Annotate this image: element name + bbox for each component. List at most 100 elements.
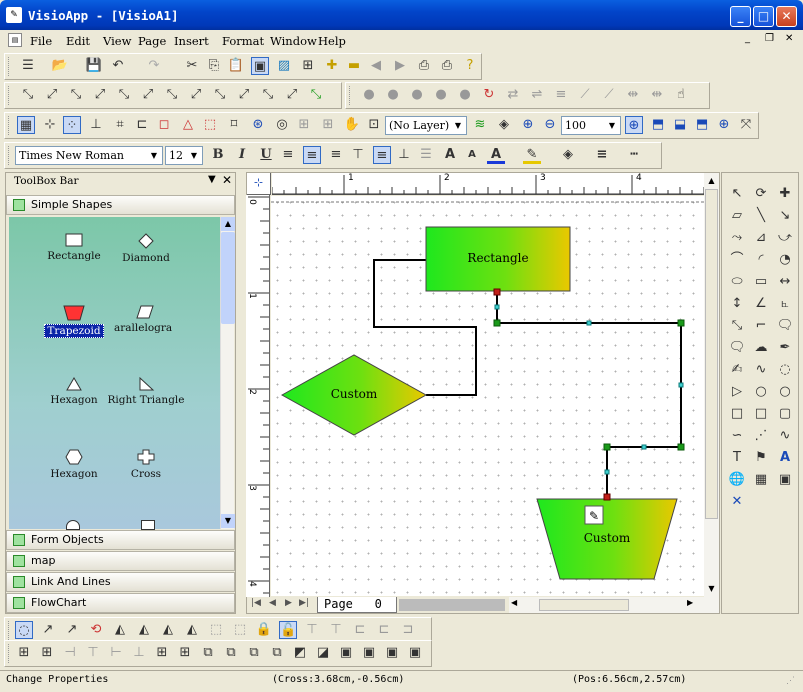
align-icon[interactable]: ⊣ bbox=[61, 644, 79, 662]
dimension-v-icon[interactable]: ↕ bbox=[728, 295, 746, 313]
bullets-icon[interactable]: ☰ bbox=[417, 146, 435, 164]
align-icon[interactable]: ⊞ bbox=[38, 644, 56, 662]
square-icon[interactable]: □ bbox=[752, 405, 770, 423]
print-icon[interactable]: ⎙ bbox=[415, 57, 433, 75]
add-icon[interactable]: ✚ bbox=[323, 57, 341, 75]
connector-icon[interactable]: ⤡ bbox=[211, 86, 229, 104]
valign-top-icon[interactable]: ⊤ bbox=[349, 146, 367, 164]
section-simple-shapes[interactable]: Simple Shapes bbox=[6, 195, 235, 215]
shape-hexagon-2[interactable]: Hexagon bbox=[34, 449, 114, 480]
pan-hand-icon[interactable]: ✋ bbox=[343, 116, 361, 134]
layer-icon[interactable]: ▣ bbox=[360, 644, 378, 662]
zoom-in-icon[interactable]: ⊕ bbox=[519, 116, 537, 134]
group-icon[interactable]: ⧉ bbox=[222, 644, 240, 662]
mdi-close-icon[interactable]: ✕ bbox=[785, 33, 793, 44]
balloon-icon[interactable]: 🗨 bbox=[728, 339, 746, 357]
layer-icon[interactable]: ▣ bbox=[383, 644, 401, 662]
menu-edit[interactable]: Edit bbox=[66, 34, 90, 48]
connection-handle[interactable] bbox=[677, 319, 685, 327]
fill-color-icon[interactable]: ◈ bbox=[559, 146, 577, 164]
menu-view[interactable]: View bbox=[103, 34, 131, 48]
connection-handle[interactable] bbox=[677, 443, 685, 451]
mdi-restore-icon[interactable]: ❐ bbox=[765, 33, 774, 44]
unlock-icon[interactable]: 🔓 bbox=[279, 621, 297, 639]
midpoint-handle[interactable] bbox=[586, 320, 592, 326]
ruler-icon[interactable]: ⊞ bbox=[299, 57, 317, 75]
shape-cross[interactable]: Cross bbox=[106, 449, 186, 480]
canvas-hscrollbar[interactable]: ◀ ▶ bbox=[509, 597, 719, 613]
line-style-icon[interactable]: ┅ bbox=[625, 146, 643, 164]
transparent-shape-icon[interactable]: ▱ bbox=[728, 207, 746, 225]
right-arrow-icon[interactable]: ▶ bbox=[391, 57, 409, 75]
connector-icon[interactable]: ⤡ bbox=[67, 86, 85, 104]
layers-icon[interactable]: ⊡ bbox=[365, 116, 383, 134]
save-icon[interactable]: 💾 bbox=[85, 57, 103, 75]
section-link-and-lines[interactable]: Link And Lines bbox=[6, 572, 235, 592]
disabled-icon[interactable]: ⬚ bbox=[207, 621, 225, 639]
midpoint-handle[interactable] bbox=[641, 444, 647, 450]
rotate-icon[interactable]: ↻ bbox=[480, 86, 498, 104]
document-icon[interactable]: ▤ bbox=[8, 33, 22, 47]
disabled-icon[interactable]: ⊤ bbox=[327, 621, 345, 639]
ellipse-icon[interactable]: ⬭ bbox=[728, 273, 746, 291]
group-icon[interactable]: ⧉ bbox=[245, 644, 263, 662]
curve-icon[interactable]: ⤻ bbox=[776, 229, 794, 247]
paste-icon[interactable]: 📋 bbox=[227, 57, 245, 75]
help-icon[interactable]: ? bbox=[461, 57, 479, 75]
connector-icon[interactable]: ⤡ bbox=[19, 86, 37, 104]
shape-parallelogram[interactable]: arallelogra bbox=[106, 305, 186, 334]
pen-icon[interactable]: ✒ bbox=[776, 339, 794, 357]
crop-icon[interactable]: ⊿ bbox=[752, 229, 770, 247]
rotate-tool-icon[interactable]: ⟳ bbox=[752, 185, 770, 203]
shape-icon[interactable]: ▷ bbox=[728, 383, 746, 401]
distribute-icon[interactable]: ≡ bbox=[552, 86, 570, 104]
zoom-fit-icon[interactable]: ⊕ bbox=[625, 116, 643, 134]
ruler-origin-icon[interactable]: ⊹ bbox=[247, 173, 271, 195]
scroll-left-icon[interactable]: ◀ bbox=[511, 598, 517, 607]
undo-icon[interactable]: ↶ bbox=[109, 57, 127, 75]
lock-icon[interactable]: 🔒 bbox=[255, 621, 273, 639]
copy-icon[interactable]: ⎘ bbox=[205, 57, 223, 75]
link-icon[interactable]: ⤡ bbox=[728, 317, 746, 335]
scroll-down-icon[interactable]: ▼ bbox=[221, 514, 235, 528]
zoom-width-icon[interactable]: ⬓ bbox=[671, 116, 689, 134]
image-icon[interactable]: ▨ bbox=[275, 57, 293, 75]
arc-icon[interactable]: ◜ bbox=[752, 251, 770, 269]
send-back-icon[interactable]: ◪ bbox=[314, 644, 332, 662]
group-icon[interactable]: ⧉ bbox=[268, 644, 286, 662]
circle-icon[interactable]: ○ bbox=[752, 383, 770, 401]
edit-points-icon[interactable]: ↗ bbox=[63, 621, 81, 639]
align-icon[interactable]: ⊤ bbox=[84, 644, 102, 662]
wave-icon[interactable]: ∿ bbox=[776, 427, 794, 445]
valign-middle-icon[interactable]: ≡ bbox=[373, 146, 391, 164]
disabled-icon[interactable]: ⊏ bbox=[375, 621, 393, 639]
snap-icon[interactable]: ⊹ bbox=[41, 116, 59, 134]
shape-right-triangle[interactable]: Right Triangle bbox=[106, 376, 186, 406]
menu-insert[interactable]: Insert bbox=[174, 34, 209, 48]
network-icon[interactable]: ⊛ bbox=[249, 116, 267, 134]
menu-file[interactable]: File bbox=[30, 34, 52, 48]
group-icon[interactable]: ● bbox=[360, 86, 378, 104]
mdi-minimize-icon[interactable]: _ bbox=[745, 33, 750, 44]
toolbox-scrollbar[interactable]: ▲ ▼ bbox=[220, 217, 235, 529]
edit-points-icon[interactable]: ↗ bbox=[39, 621, 57, 639]
dropdown-arrow-icon[interactable]: ▼ bbox=[208, 174, 216, 185]
font-color-button[interactable]: A bbox=[487, 146, 505, 164]
window-icon[interactable]: ▣ bbox=[776, 471, 794, 489]
redo-icon[interactable]: ↷ bbox=[145, 57, 163, 75]
last-page-icon[interactable]: ▶| bbox=[299, 598, 309, 608]
arc-tool-icon[interactable]: ⟋ bbox=[600, 86, 618, 104]
flag-icon[interactable]: ⚑ bbox=[752, 449, 770, 467]
section-form-objects[interactable]: Form Objects bbox=[6, 530, 235, 550]
spacing-icon[interactable]: ⇹ bbox=[624, 86, 642, 104]
rotate-shape-icon[interactable]: ⟲ bbox=[87, 621, 105, 639]
layer-select[interactable]: (No Layer) ▼ bbox=[385, 116, 467, 135]
delete-icon[interactable]: ✕ bbox=[728, 493, 746, 511]
section-map[interactable]: map bbox=[6, 551, 235, 571]
tab-split-bar[interactable] bbox=[399, 599, 505, 611]
visio-app-icon[interactable]: ✎ bbox=[6, 7, 22, 23]
valign-bottom-icon[interactable]: ⊥ bbox=[395, 146, 413, 164]
free-curve-icon[interactable]: ∿ bbox=[752, 361, 770, 379]
connector-icon[interactable]: ⤢ bbox=[43, 86, 61, 104]
disabled-icon[interactable]: ⊏ bbox=[351, 621, 369, 639]
